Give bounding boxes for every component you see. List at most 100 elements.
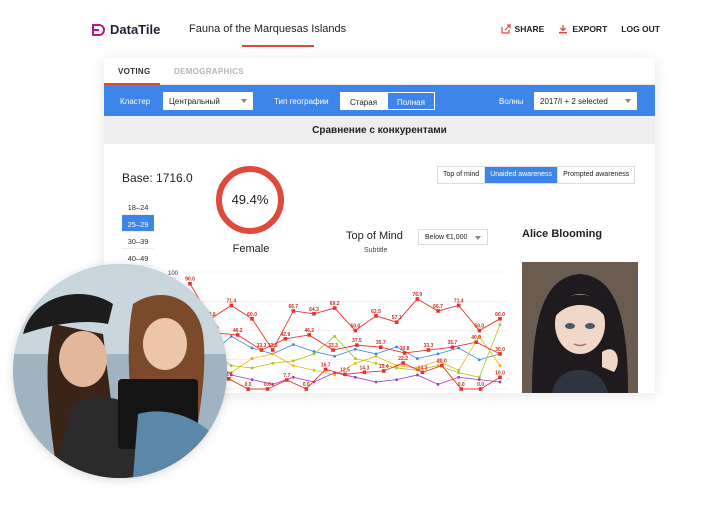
data-label: 66.7	[433, 304, 443, 310]
data-label: 37.5	[352, 338, 362, 344]
age-option[interactable]: 18–24	[122, 198, 154, 215]
data-label: 0.0	[458, 382, 465, 388]
cluster-select[interactable]: Центральный	[163, 92, 253, 110]
price-filter-value: Below €1,000	[425, 234, 468, 241]
data-label: 66.7	[288, 304, 298, 310]
data-point	[291, 343, 295, 346]
data-label: 16.7	[321, 362, 331, 368]
chart-title: Top of Mind	[346, 230, 403, 242]
logout-label: LOG OUT	[621, 24, 660, 34]
title-underline	[242, 45, 314, 47]
tab-bar: VOTING DEMOGRAPHICS	[104, 58, 655, 85]
gender-gauge: 49.4%	[214, 164, 286, 236]
data-point	[498, 364, 502, 367]
data-label: 33.3	[257, 343, 267, 349]
data-point	[395, 378, 399, 382]
data-label: 22.2	[398, 356, 408, 362]
age-option[interactable]: 30–39	[122, 232, 154, 249]
filter-bar: Кластер Центральный Тип географии Старая…	[104, 85, 655, 116]
data-label: 69.2	[330, 301, 340, 307]
data-label: 60.0	[247, 312, 257, 318]
export-button[interactable]: EXPORT	[558, 24, 607, 34]
age-group-list: 18–24 25–29 30–39 40–49	[122, 198, 154, 266]
waves-label: Волны	[499, 97, 524, 106]
data-label: 50.0	[350, 324, 360, 330]
data-label: 7.7	[283, 373, 290, 379]
data-point	[271, 382, 275, 386]
data-label: 20.0	[437, 359, 447, 365]
chart-subtitle: Subtitle	[364, 247, 388, 254]
data-point	[250, 366, 254, 370]
chevron-down-icon	[241, 99, 247, 103]
data-label: 0.0	[245, 382, 252, 388]
data-label: 71.4	[454, 298, 464, 304]
data-point	[477, 358, 481, 362]
data-point	[291, 364, 295, 367]
data-label: 60.0	[495, 312, 505, 318]
data-point	[312, 352, 316, 356]
data-point	[436, 382, 440, 386]
data-point	[457, 368, 461, 372]
tab-demographics[interactable]: DEMOGRAPHICS	[174, 67, 244, 76]
person-portrait	[522, 262, 638, 393]
base-label: Base: 1716.0	[122, 171, 193, 185]
data-point	[374, 354, 378, 358]
data-point	[498, 323, 502, 327]
share-icon	[500, 24, 511, 34]
data-label: 40.0	[471, 335, 481, 341]
data-point	[291, 359, 295, 363]
brand-name: DataTile	[110, 22, 161, 37]
geo-option-old[interactable]: Старая	[340, 92, 388, 110]
data-label: 12.5	[340, 367, 350, 373]
data-point	[333, 334, 337, 338]
data-label: 0.0	[477, 382, 484, 388]
logout-button[interactable]: LOG OUT	[621, 24, 660, 34]
gauge-value: 49.4%	[231, 192, 269, 207]
data-label: 76.9	[412, 292, 422, 298]
data-label: 33.3	[328, 343, 338, 349]
data-point	[353, 347, 357, 351]
data-label: 71.4	[226, 298, 236, 304]
data-label: 64.3	[309, 307, 319, 313]
chevron-down-icon	[625, 99, 631, 103]
awareness-tabs: Top of mind Unaided awareness Prompted a…	[437, 166, 636, 184]
data-point	[250, 357, 254, 360]
download-icon	[559, 25, 568, 34]
top-bar: DataTile Fauna of the Marquesas Islands …	[84, 14, 674, 47]
data-point	[229, 364, 233, 367]
tab-top-of-mind[interactable]: Top of mind	[438, 167, 485, 183]
data-label: 0.0	[303, 382, 310, 388]
hero-photo	[13, 264, 227, 478]
person-name: Alice Blooming	[522, 228, 603, 240]
share-button[interactable]: SHARE	[500, 24, 544, 34]
age-option-selected[interactable]: 25–29	[122, 215, 154, 232]
tab-unaided-awareness[interactable]: Unaided awareness	[484, 167, 558, 183]
waves-value: 2017/I + 2 selected	[540, 97, 608, 106]
data-point	[333, 354, 337, 358]
datatile-logo-icon	[92, 23, 105, 36]
data-label: 35.7	[447, 340, 457, 346]
data-label: 14.3	[418, 365, 428, 371]
data-point	[250, 346, 254, 350]
export-label: EXPORT	[572, 24, 608, 34]
data-label: 15.4	[379, 364, 389, 370]
data-point	[436, 352, 440, 356]
gauge-caption: Female	[232, 243, 270, 255]
brand-logo[interactable]: DataTile	[92, 22, 160, 37]
data-point	[312, 368, 316, 372]
cluster-value: Центральный	[169, 97, 220, 106]
tab-prompted-awareness[interactable]: Prompted awareness	[557, 167, 635, 183]
portrait-illustration	[522, 262, 638, 393]
data-label: 42.9	[281, 332, 291, 338]
data-point	[271, 361, 275, 365]
data-label: 46.2	[233, 328, 243, 334]
data-label: 14.3	[360, 365, 370, 371]
tab-voting[interactable]: VOTING	[118, 67, 150, 76]
price-filter-select[interactable]: Below €1,000	[418, 229, 488, 245]
chevron-down-icon	[475, 236, 481, 240]
data-point	[353, 357, 357, 360]
geo-option-full[interactable]: Полная	[387, 92, 435, 110]
waves-select[interactable]: 2017/I + 2 selected	[534, 92, 637, 110]
data-point	[374, 380, 378, 384]
data-label: 33.3	[424, 343, 434, 349]
